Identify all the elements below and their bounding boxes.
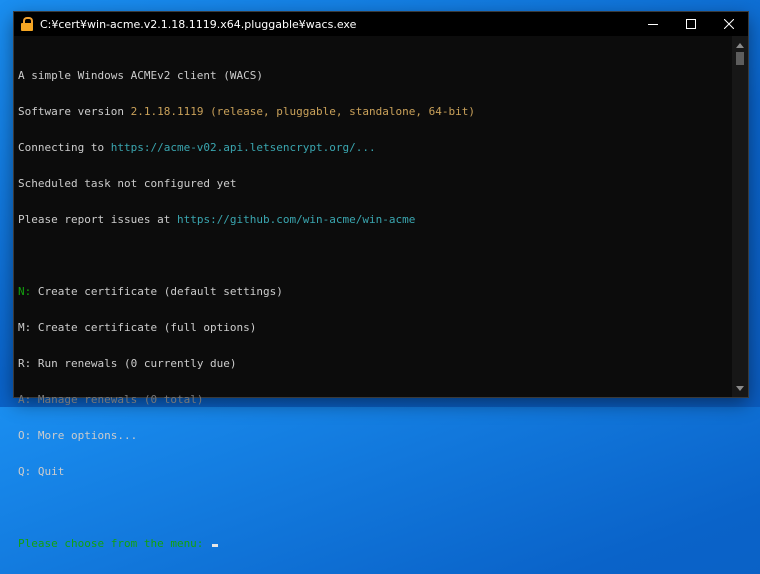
maximize-button[interactable]: [672, 12, 710, 36]
scroll-up-button[interactable]: [732, 38, 748, 52]
menu-key: O:: [18, 429, 32, 442]
console-line: Connecting to https://acme-v02.api.letse…: [18, 142, 730, 154]
console-line: Scheduled task not configured yet: [18, 178, 730, 190]
chevron-down-icon: [736, 385, 744, 391]
menu-key: M:: [18, 321, 32, 334]
menu-item-create-full: M: Create certificate (full options): [18, 322, 730, 334]
text-cursor: [212, 544, 219, 547]
console-line: A simple Windows ACMEv2 client (WACS): [18, 70, 730, 82]
minimize-button[interactable]: [634, 12, 672, 36]
menu-key: N:: [18, 285, 32, 298]
console-window: C:¥cert¥win-acme.v2.1.18.1119.x64.plugga…: [14, 12, 748, 550]
window-title: C:¥cert¥win-acme.v2.1.18.1119.x64.plugga…: [40, 17, 357, 31]
menu-item-manage-renewals: A: Manage renewals (0 total): [18, 394, 730, 406]
report-label: Please report issues at: [18, 213, 177, 226]
menu-key: Q:: [18, 465, 32, 478]
version-label: Software version: [18, 105, 131, 118]
close-button[interactable]: [710, 12, 748, 36]
menu-label: Create certificate (default settings): [31, 285, 283, 298]
menu-item-create-default: N: Create certificate (default settings): [18, 286, 730, 298]
menu-prompt: Please choose from the menu:: [18, 537, 204, 550]
menu-key: A:: [18, 393, 32, 406]
connecting-url: https://acme-v02.api.letsencrypt.org/...: [110, 141, 376, 154]
console-line: Please report issues at https://github.c…: [18, 214, 730, 226]
app-description: A simple Windows ACMEv2 client (WACS): [18, 69, 264, 82]
menu-label: Manage renewals (0 total): [31, 393, 204, 406]
menu-item-quit: Q: Quit: [18, 466, 730, 478]
close-icon: [724, 19, 734, 29]
menu-key: R:: [18, 357, 32, 370]
minimize-icon: [648, 24, 658, 25]
scheduled-task-status: Scheduled task not configured yet: [18, 177, 237, 190]
menu-label: Run renewals (0 currently due): [31, 357, 237, 370]
title-bar[interactable]: C:¥cert¥win-acme.v2.1.18.1119.x64.plugga…: [14, 12, 748, 36]
menu-label: More options...: [31, 429, 138, 442]
maximize-icon: [686, 19, 696, 29]
console-line: Software version 2.1.18.1119 (release, p…: [18, 106, 730, 118]
prompt-line[interactable]: Please choose from the menu:: [18, 538, 730, 550]
menu-label: Quit: [31, 465, 65, 478]
scroll-thumb[interactable]: [736, 52, 744, 65]
vertical-scrollbar[interactable]: [732, 36, 748, 397]
lock-icon: [20, 17, 34, 31]
menu-label: Create certificate (full options): [31, 321, 257, 334]
menu-item-more-options: O: More options...: [18, 430, 730, 442]
menu-item-run-renewals: R: Run renewals (0 currently due): [18, 358, 730, 370]
console-output[interactable]: A simple Windows ACMEv2 client (WACS) So…: [18, 46, 730, 550]
scroll-down-button[interactable]: [732, 381, 748, 395]
report-url: https://github.com/win-acme/win-acme: [176, 213, 416, 226]
chevron-up-icon: [736, 42, 744, 48]
connecting-label: Connecting to: [18, 141, 111, 154]
version-value: 2.1.18.1119 (release, pluggable, standal…: [130, 105, 475, 118]
